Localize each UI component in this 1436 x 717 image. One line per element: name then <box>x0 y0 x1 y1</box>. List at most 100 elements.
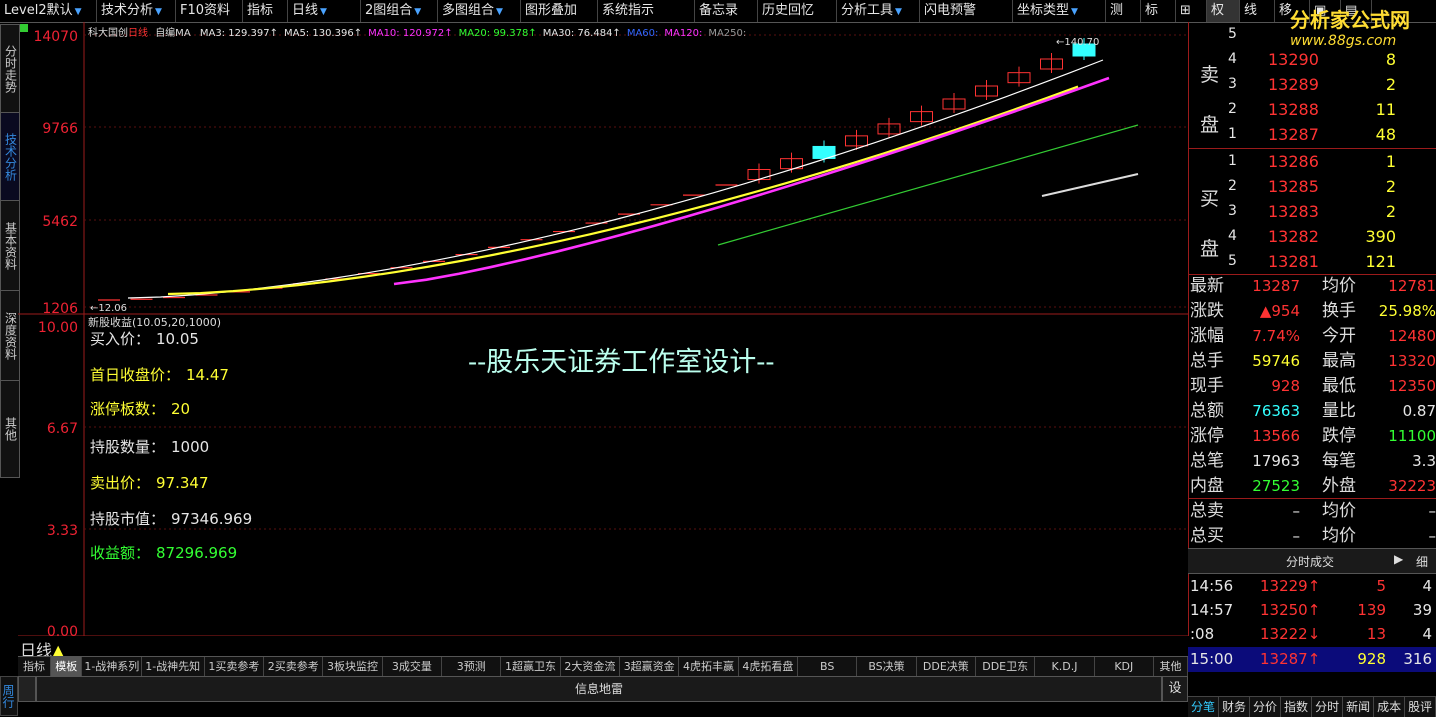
info-label: 卖出价： <box>90 474 150 492</box>
indicator-tab-20[interactable]: 其他 <box>1154 657 1188 677</box>
indicator-tab-5[interactable]: 2买卖参考 <box>264 657 323 677</box>
left-tab-2[interactable]: 基本资料 <box>0 200 20 292</box>
buy-row[interactable]: 413282390 <box>1188 224 1436 249</box>
menu-item-8[interactable]: 系统指示 <box>598 0 695 22</box>
lower-y-tick-label: 3.33 <box>47 523 78 539</box>
indicator-tab-1[interactable]: 模板 <box>51 657 82 677</box>
sell-row[interactable]: 21328811 <box>1188 97 1436 122</box>
stat-label: 内盘 <box>1190 474 1224 499</box>
ma-legend-item: MA5: 130.396↑ <box>284 28 362 39</box>
info-mine-bar[interactable]: 信息地雷 <box>36 676 1162 702</box>
menu-item-3[interactable]: 指标 <box>243 0 288 22</box>
sell-row[interactable]: 3132892 <box>1188 72 1436 97</box>
indicator-tab-12[interactable]: 4虎拓丰赢 <box>679 657 738 677</box>
stat-label: 总卖 <box>1190 499 1224 524</box>
indicator-tab-4[interactable]: 1买卖参考 <box>205 657 264 677</box>
stat-value: 17963 <box>1252 449 1300 474</box>
stat-label: 每笔 <box>1322 449 1356 474</box>
menu-item-7[interactable]: 图形叠加 <box>521 0 598 22</box>
period-label: 日线 <box>128 28 148 39</box>
ma-legend-item: MA3: 129.397↑ <box>200 28 278 39</box>
dropdown-arrow-icon: ▼ <box>320 7 327 17</box>
bottom-tab-3[interactable]: 指数 <box>1281 697 1312 717</box>
left-tab-4[interactable]: 其他 <box>0 380 20 478</box>
menu-item-11[interactable]: 分析工具▼ <box>837 0 920 22</box>
buy-row[interactable]: 2132852 <box>1188 174 1436 199</box>
menu-item-6[interactable]: 多图组合▼ <box>438 0 521 22</box>
level: 5 <box>1228 249 1237 274</box>
detail-button[interactable]: 细 <box>1416 553 1428 570</box>
info-label: 持股数量： <box>90 438 165 456</box>
buy-price: 13282 <box>1268 224 1319 249</box>
menu-item-16[interactable]: ⊞ <box>1176 0 1207 22</box>
indicator-tab-16[interactable]: DDE决策 <box>917 657 976 677</box>
buy-row[interactable]: 513281121 <box>1188 249 1436 274</box>
indicator-tab-19[interactable]: KDJ <box>1095 657 1154 677</box>
stat-value: 928 <box>1271 374 1300 399</box>
left-tab-3[interactable]: 深度资料 <box>0 290 20 382</box>
tick-row: :0813222↓134 <box>1188 622 1436 647</box>
menu-item-10[interactable]: 历史回忆 <box>758 0 837 22</box>
menu-item-1[interactable]: 技术分析▼ <box>97 0 176 22</box>
menu-item-18[interactable]: 线 <box>1240 0 1275 22</box>
dropdown-arrow-icon: ▼ <box>414 7 421 17</box>
settings-label: 设 <box>1168 681 1181 696</box>
indicator-tab-8[interactable]: 3预测 <box>442 657 501 677</box>
indicator-tab-6[interactable]: 3板块监控 <box>323 657 382 677</box>
menu-item-15[interactable]: 标 <box>1141 0 1176 22</box>
indicator-tab-10[interactable]: 2大资金流 <box>561 657 620 677</box>
buy-row[interactable]: 3132832 <box>1188 199 1436 224</box>
sell-row[interactable]: 11328748 <box>1188 122 1436 147</box>
left-tab-1[interactable]: 技术分析 <box>0 112 20 202</box>
left-tab-0[interactable]: 分时走势 <box>0 24 20 114</box>
bottom-tab-7[interactable]: 股评 <box>1405 697 1436 717</box>
menu-item-2[interactable]: F10资料 <box>176 0 243 22</box>
sell-row[interactable]: 5 <box>1188 22 1436 47</box>
indicator-tab-18[interactable]: K.D.J <box>1035 657 1094 677</box>
level: 4 <box>1228 47 1237 72</box>
menu-item-0[interactable]: Level2默认▼ <box>0 0 97 22</box>
buy-row[interactable]: 1132861 <box>1188 149 1436 174</box>
indicator-tab-7[interactable]: 3成交量 <box>383 657 442 677</box>
bottom-tab-1[interactable]: 财务 <box>1219 697 1250 717</box>
chart-area[interactable]: 1407097665462120610.006.673.330.002016/0… <box>18 22 1189 636</box>
bottom-tab-6[interactable]: 成本 <box>1374 697 1405 717</box>
stat-value: – <box>1293 524 1301 549</box>
indicator-tab-14[interactable]: BS <box>798 657 857 677</box>
ma-legend-item: MA250: <box>708 28 746 39</box>
sell-row[interactable]: 4132908 <box>1188 47 1436 72</box>
ticks-title[interactable]: 分时成交 <box>1286 553 1334 570</box>
buy-price: 13285 <box>1268 174 1319 199</box>
y-tick-label: 1206 <box>42 301 78 317</box>
indicator-tab-3[interactable]: 1-战神先知 <box>142 657 205 677</box>
stat-row: 总买–均价– <box>1188 524 1436 549</box>
buy-price: 13281 <box>1268 249 1319 274</box>
indicator-tab-15[interactable]: BS决策 <box>857 657 916 677</box>
menu-item-17[interactable]: 权 <box>1207 0 1240 22</box>
side-label[interactable]: 周行 <box>0 676 18 716</box>
info-value: 1000 <box>171 438 209 456</box>
indicator-tab-0[interactable]: 指标 <box>18 657 51 677</box>
indicator-tab-2[interactable]: 1-战神系列 <box>82 657 141 677</box>
menu-item-4[interactable]: 日线▼ <box>288 0 361 22</box>
bottom-tab-5[interactable]: 新闻 <box>1343 697 1374 717</box>
settings-button[interactable]: 设 <box>1162 676 1188 702</box>
menu-item-13[interactable]: 坐标类型▼ <box>1013 0 1106 22</box>
indicator-tab-9[interactable]: 1超赢卫东 <box>501 657 560 677</box>
y-tick-label: 5462 <box>42 214 78 230</box>
stat-row: 总手59746最高13320 <box>1188 349 1436 374</box>
menu-item-12[interactable]: 闪电预警 <box>920 0 1013 22</box>
bottom-tab-4[interactable]: 分时 <box>1312 697 1343 717</box>
ma5-line <box>168 87 1078 294</box>
indicator-tab-13[interactable]: 4虎拓看盘 <box>739 657 798 677</box>
indicator-tab-11[interactable]: 3超赢资金 <box>620 657 679 677</box>
menu-item-14[interactable]: 测 <box>1106 0 1141 22</box>
play-icon[interactable]: ▶ <box>1394 552 1403 566</box>
indicator-tab-17[interactable]: DDE卫东 <box>976 657 1035 677</box>
scroll-left-button[interactable] <box>18 676 36 702</box>
bottom-tab-0[interactable]: 分笔 <box>1188 697 1219 717</box>
bottom-tab-2[interactable]: 分价 <box>1250 697 1281 717</box>
menu-item-9[interactable]: 备忘录 <box>695 0 758 22</box>
formula-name: 自编MA <box>155 28 190 39</box>
menu-item-5[interactable]: 2图组合▼ <box>361 0 438 22</box>
